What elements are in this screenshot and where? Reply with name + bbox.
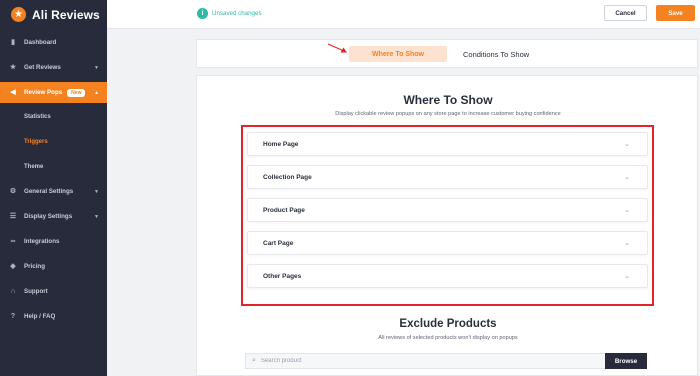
search-icon: ⌕ xyxy=(252,357,256,364)
bar-chart-icon: ▮ xyxy=(11,39,15,46)
sidebar-item-label: Support xyxy=(24,288,48,295)
accordion-label: Home Page xyxy=(263,140,299,148)
headset-icon: ∩ xyxy=(10,288,16,295)
chevron-down-icon: ⌄ xyxy=(624,273,630,280)
accordion-collection-page[interactable]: Collection Page ⌄ xyxy=(247,165,648,189)
brand-name: Ali Reviews xyxy=(32,7,100,22)
gear-icon: ⚙ xyxy=(9,188,17,195)
sidebar-item-label: Pricing xyxy=(24,263,45,270)
where-to-show-subtitle: Display clickable review popups on any s… xyxy=(335,111,561,117)
sidebar-subitem-theme[interactable]: Theme xyxy=(24,164,43,170)
cancel-button[interactable]: Cancel xyxy=(604,5,647,21)
top-bar: i Unsaved changes Cancel Save xyxy=(107,0,700,29)
tab-where-to-show[interactable]: Where To Show xyxy=(349,46,447,62)
product-search: ⌕ xyxy=(245,353,606,369)
accordion-label: Product Page xyxy=(263,206,305,214)
star-icon: ★ xyxy=(11,7,26,22)
megaphone-icon: ◀ xyxy=(10,89,16,96)
tab-conditions-to-show[interactable]: Conditions To Show xyxy=(463,46,529,62)
exclude-products-title: Exclude Products xyxy=(399,318,497,330)
sidebar-subitem-triggers[interactable]: Triggers xyxy=(24,139,48,145)
chevron-down-icon: ⌄ xyxy=(624,141,630,148)
accordion-home-page[interactable]: Home Page ⌄ xyxy=(247,132,648,156)
sidebar-item-review-pops[interactable]: ◀ Review Pops New ▲ xyxy=(0,82,107,103)
sidebar-item-label: Display Settings xyxy=(24,213,73,220)
sidebar-item-display-settings[interactable]: ☰ Display Settings ▼ xyxy=(0,207,107,226)
sidebar-item-pricing[interactable]: ◆ Pricing xyxy=(0,257,107,276)
sidebar-subitem-statistics[interactable]: Statistics xyxy=(24,114,51,120)
chevron-down-icon: ⌄ xyxy=(624,174,630,181)
tag-icon: ◆ xyxy=(10,263,16,270)
accordion-label: Other Pages xyxy=(263,272,302,280)
sidebar: ★ Ali Reviews ▮ Dashboard ★ Get Reviews … xyxy=(0,0,107,376)
sidebar-item-label: Review Pops xyxy=(24,89,63,96)
caret-up-icon: ▲ xyxy=(94,89,99,96)
unsaved-status-text: Unsaved changes xyxy=(212,10,262,17)
sidebar-item-help-faq[interactable]: ? Help / FAQ xyxy=(0,307,107,326)
search-input[interactable] xyxy=(260,358,561,364)
brand[interactable]: ★ Ali Reviews xyxy=(0,0,107,29)
pointer-arrow-icon xyxy=(327,43,347,53)
sidebar-item-label: Help / FAQ xyxy=(24,313,56,320)
sidebar-item-support[interactable]: ∩ Support xyxy=(0,282,107,301)
sidebar-item-label: Get Reviews xyxy=(24,64,61,71)
info-icon: i xyxy=(197,8,208,19)
accordion-cart-page[interactable]: Cart Page ⌄ xyxy=(247,231,648,255)
link-icon: ∞ xyxy=(10,238,16,245)
save-button[interactable]: Save xyxy=(656,5,695,21)
star-icon: ★ xyxy=(9,64,17,71)
sidebar-item-label: Integrations xyxy=(24,238,60,245)
new-badge: New xyxy=(67,88,86,97)
help-icon: ? xyxy=(10,313,16,320)
accordion-other-pages[interactable]: Other Pages ⌄ xyxy=(247,264,648,288)
unsaved-status: i Unsaved changes xyxy=(197,8,262,19)
exclude-products-subtitle: All reviews of selected products won't d… xyxy=(378,335,518,341)
chevron-down-icon: ⌄ xyxy=(624,207,630,214)
sidebar-item-label: General Settings xyxy=(24,188,74,195)
sidebar-item-general-settings[interactable]: ⚙ General Settings ▼ xyxy=(0,182,107,201)
sidebar-item-dashboard[interactable]: ▮ Dashboard xyxy=(0,33,107,52)
browse-button[interactable]: Browse xyxy=(605,353,647,369)
chevron-down-icon: ⌄ xyxy=(624,240,630,247)
where-to-show-title: Where To Show xyxy=(403,93,493,107)
tab-bar: Where To Show Conditions To Show xyxy=(196,39,698,68)
accordion-label: Cart Page xyxy=(263,239,294,247)
accordion-label: Collection Page xyxy=(263,173,312,181)
sidebar-item-label: Dashboard xyxy=(24,39,57,46)
sidebar-item-integrations[interactable]: ∞ Integrations xyxy=(0,232,107,251)
caret-down-icon: ▼ xyxy=(94,64,99,71)
sliders-icon: ☰ xyxy=(9,213,17,220)
caret-down-icon: ▼ xyxy=(94,213,99,220)
sidebar-item-get-reviews[interactable]: ★ Get Reviews ▼ xyxy=(0,58,107,77)
accordion-product-page[interactable]: Product Page ⌄ xyxy=(247,198,648,222)
caret-down-icon: ▼ xyxy=(94,188,99,195)
